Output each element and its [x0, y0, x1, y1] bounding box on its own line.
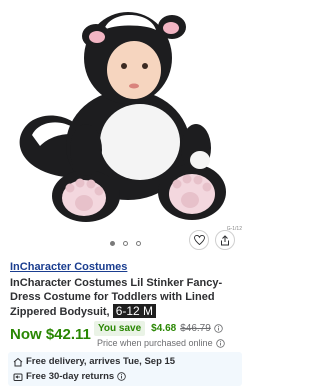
carousel-dot[interactable] [109, 241, 115, 246]
size-highlight: 6-12 M [112, 304, 157, 318]
online-price-note: Price when purchased online [97, 338, 225, 348]
info-icon[interactable] [117, 372, 129, 381]
info-icon[interactable] [215, 338, 225, 348]
you-save-label: You save [94, 321, 146, 336]
carousel-dot[interactable] [122, 241, 128, 246]
product-image[interactable]: G-1/12 [0, 0, 250, 232]
now-price: Now $42.11 [10, 326, 91, 343]
info-icon[interactable] [214, 324, 223, 333]
share-button[interactable] [215, 230, 235, 250]
fulfillment-box: Free delivery, arrives Tue, Sep 15 Free … [8, 352, 242, 386]
delivery-text: Free delivery, arrives Tue, Sep 15 [26, 356, 176, 367]
home-icon [13, 357, 23, 366]
was-price: $46.79 [180, 323, 211, 334]
brand-link[interactable]: InCharacter Costumes [10, 261, 127, 273]
delivery-row: Free delivery, arrives Tue, Sep 15 [13, 356, 175, 367]
carousel-dot[interactable] [135, 241, 141, 246]
skunk-costume-image [19, 12, 226, 222]
price-row: Now $42.11 [10, 326, 91, 343]
returns-icon [13, 373, 23, 381]
savings: You save $4.68 $46.79 [94, 321, 223, 336]
save-amount: $4.68 [151, 323, 177, 334]
carousel-indicator [0, 241, 250, 246]
online-price-note-text: Price when purchased online [97, 338, 213, 348]
favorite-button[interactable] [189, 230, 209, 250]
returns-row: Free 30-day returns [13, 371, 129, 382]
product-title: InCharacter Costumes Lil Stinker Fancy-D… [10, 276, 242, 319]
returns-text: Free 30-day returns [26, 371, 115, 382]
